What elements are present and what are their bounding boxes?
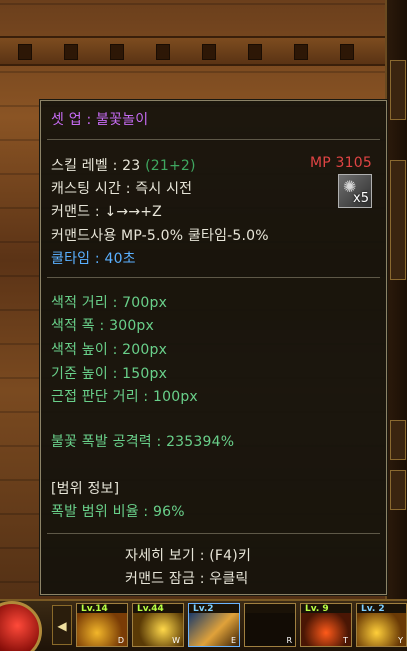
search-width: 색적 폭 : 300px [51, 318, 155, 334]
search-distance: 색적 거리 : 700px [51, 295, 168, 311]
slot-key: D [117, 636, 124, 645]
explosion-range: 폭발 범위 비율 : 96% [51, 504, 185, 520]
skill-level-line: 스킬 레벨 : 23 (21+2) [51, 155, 196, 175]
mp-cost: MP 3105 [309, 155, 372, 171]
slot-key: W [172, 636, 180, 645]
side-ui-strip [385, 0, 407, 600]
skill-tooltip: 셋 업 : 불꽃놀이 스킬 레벨 : 23 (21+2) MP 3105 ✺ x… [40, 100, 387, 595]
hotbar-prev-button[interactable]: ◀ [52, 605, 72, 645]
command-lock-hint: 커맨드 잠금 : 우클릭 [125, 571, 249, 587]
divider [47, 139, 380, 140]
beam-slot [248, 44, 262, 60]
slot-level: Lv. 9 [305, 604, 329, 614]
side-panel [390, 60, 406, 120]
skill-level: 스킬 레벨 : 23 [51, 158, 141, 174]
slot-key: T [343, 636, 348, 645]
beam-slot [18, 44, 32, 60]
skill-hotbar: ◀ Lv.14 D Lv.44 W Lv.2 E R Lv. 9 T Lv. 2… [0, 599, 407, 651]
side-panel [390, 160, 406, 280]
base-height: 기준 높이 : 150px [51, 366, 168, 382]
divider [47, 277, 380, 278]
slot-key: E [230, 636, 236, 645]
hotkey-slot-t[interactable]: Lv. 9 T [300, 603, 352, 647]
beam-slot [294, 44, 308, 60]
beam-slot [156, 44, 170, 60]
hotkey-slot-r[interactable]: R [244, 603, 296, 647]
side-panel [390, 470, 406, 510]
hp-orb [0, 601, 42, 651]
side-panel [390, 420, 406, 460]
slot-level: Lv.2 [193, 604, 214, 614]
beam-slot [110, 44, 124, 60]
cooldown: 쿨타임 : 40초 [51, 251, 136, 267]
hotkey-slot-w[interactable]: Lv.44 W [132, 603, 184, 647]
explosion-attack: 불꽃 폭발 공격력 : 235394% [51, 434, 235, 450]
slot-level: Lv.14 [81, 604, 108, 614]
slot-level: Lv.44 [137, 604, 164, 614]
slot-level: Lv. 2 [361, 604, 385, 614]
skill-level-bonus: (21+2) [145, 158, 196, 174]
hotkey-slot-e[interactable]: Lv.2 E [188, 603, 240, 647]
skill-icon: ✺ x5 [338, 174, 372, 208]
wooden-beam [0, 36, 387, 66]
divider [47, 533, 380, 534]
beam-slot [202, 44, 216, 60]
search-height: 색적 높이 : 200px [51, 342, 168, 358]
icon-count: x5 [353, 191, 369, 206]
range-info-header: [범위 정보] [51, 481, 120, 497]
skill-title: 셋 업 : 불꽃놀이 [51, 112, 149, 128]
detail-hint: 자세히 보기 : (F4)키 [125, 548, 252, 564]
hotkey-slot-y[interactable]: Lv. 2 Y [356, 603, 407, 647]
command-use: 커맨드사용 MP-5.0% 쿨타임-5.0% [51, 228, 269, 244]
cast-time: 캐스팅 시간 : 즉시 시전 [51, 181, 193, 197]
beam-slot [64, 44, 78, 60]
slot-key: R [286, 636, 292, 645]
hotkey-slot-d[interactable]: Lv.14 D [76, 603, 128, 647]
beam-slot [340, 44, 354, 60]
slot-key: Y [398, 636, 403, 645]
melee-distance: 근접 판단 거리 : 100px [51, 389, 198, 405]
command: 커맨드 : ↓→→+Z [51, 204, 162, 220]
